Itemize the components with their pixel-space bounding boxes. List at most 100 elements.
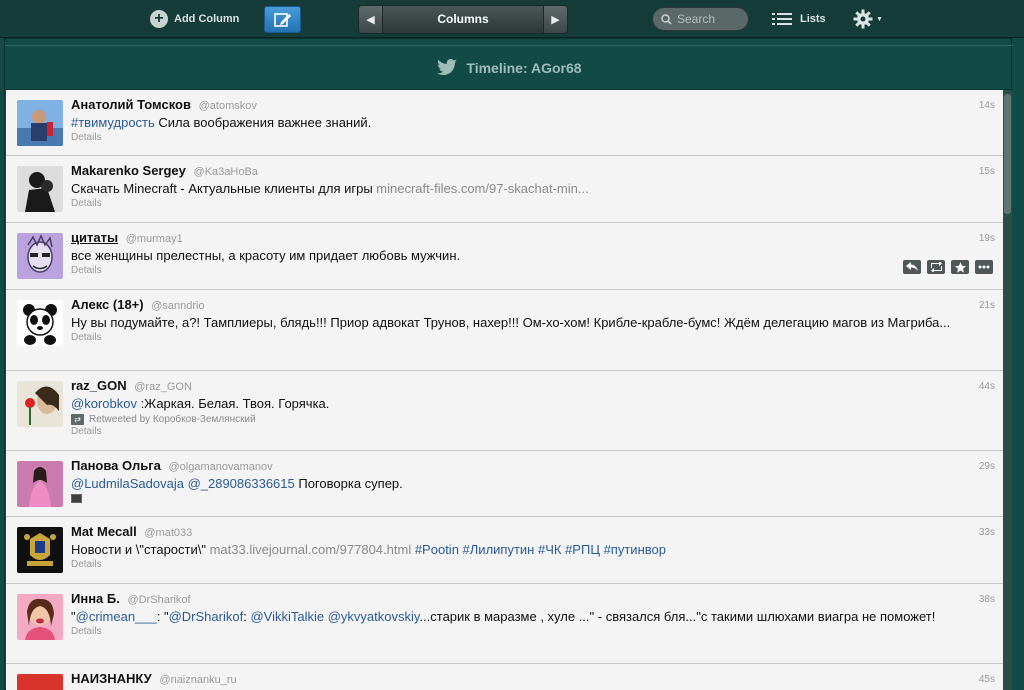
avatar[interactable] bbox=[17, 233, 63, 279]
reply-icon[interactable] bbox=[903, 260, 921, 274]
avatar[interactable] bbox=[17, 300, 63, 346]
mention-link[interactable]: @DrSharikof bbox=[169, 609, 244, 624]
dropdown-caret-icon: ▼ bbox=[876, 15, 883, 23]
tweet-author-handle[interactable]: @Ka3aHoBa bbox=[194, 166, 258, 178]
tweet-author-name[interactable]: НАИЗНАНКУ bbox=[71, 671, 152, 686]
tweet-text: Ну вы подумайте, а?! Тамплиеры, блядь!!!… bbox=[71, 314, 995, 331]
tweet-author-handle[interactable]: @raz_GON bbox=[134, 381, 192, 393]
tweet-author-name[interactable]: Алекс (18+) bbox=[71, 297, 144, 312]
avatar[interactable] bbox=[17, 381, 63, 427]
mention-link[interactable]: @korobkov bbox=[71, 396, 137, 411]
tweet-author-handle[interactable]: @murmay1 bbox=[126, 233, 183, 245]
details-link[interactable]: Details bbox=[71, 198, 995, 209]
hashtag-link[interactable]: #РПЦ bbox=[565, 542, 600, 557]
hashtag-link[interactable]: #путинвор bbox=[604, 542, 666, 557]
add-column-button[interactable]: + Add Column bbox=[150, 9, 239, 29]
tweet-item[interactable]: Makarenko Sergey @Ka3aHoBa 15s Скачать M… bbox=[6, 156, 1003, 223]
lists-button[interactable]: Lists bbox=[772, 9, 826, 29]
column-title: Timeline: AGor68 bbox=[466, 59, 582, 76]
tweet-time[interactable]: 38s bbox=[979, 594, 995, 605]
tweet-author-handle[interactable]: @mat033 bbox=[144, 527, 192, 539]
tweet-time[interactable]: 19s bbox=[979, 233, 995, 244]
tweet-text: "@crimean___: "@DrSharikof: @VikkiTalkie… bbox=[71, 608, 995, 625]
details-link[interactable]: Details bbox=[71, 265, 995, 276]
avatar[interactable] bbox=[17, 100, 63, 146]
tweet-item[interactable]: raz_GON @raz_GON 44s @korobkov :Жаркая. … bbox=[6, 371, 1003, 451]
mention-link[interactable]: @ykvyatkovskiy bbox=[328, 609, 420, 624]
avatar[interactable] bbox=[17, 674, 63, 690]
compose-icon bbox=[273, 12, 291, 27]
avatar[interactable] bbox=[17, 527, 63, 573]
details-link[interactable]: Details bbox=[71, 332, 995, 343]
avatar[interactable] bbox=[17, 461, 63, 507]
settings-button[interactable]: ▼ bbox=[853, 8, 883, 30]
tweet-time[interactable]: 15s bbox=[979, 166, 995, 177]
chevron-right-icon[interactable]: ▶ bbox=[543, 6, 567, 33]
tweet-author-handle[interactable]: @atomskov bbox=[199, 100, 257, 112]
retweeted-by-label[interactable]: Retweeted by Коробков-Землянский bbox=[89, 414, 256, 425]
tweet-author-name[interactable]: raz_GON bbox=[71, 378, 127, 393]
details-link[interactable]: Details bbox=[71, 559, 995, 570]
tweet-text-segment: Скачать Minecraft - Актуальные клиенты д… bbox=[71, 181, 377, 196]
tweet-author-name[interactable]: Инна Б. bbox=[71, 591, 120, 606]
url-link[interactable]: mat33.livejournal.com/977804.html bbox=[210, 542, 412, 557]
tweet-author-name[interactable]: Makarenko Sergey bbox=[71, 163, 186, 178]
mention-link[interactable]: @crimean___ bbox=[76, 609, 157, 624]
details-link[interactable]: Details bbox=[71, 132, 995, 143]
search-input[interactable] bbox=[677, 12, 745, 26]
tweet-time[interactable]: 29s bbox=[979, 461, 995, 472]
tweet-author-handle[interactable]: @olgamanovamanov bbox=[169, 461, 273, 473]
tweet-text: @LudmilaSadovaja @_289086336615 Поговорк… bbox=[71, 475, 995, 492]
details-link[interactable]: Details bbox=[71, 426, 995, 437]
tweet-actions bbox=[903, 260, 993, 274]
tweet-item[interactable]: Алекс (18+) @sanndrio 21s Ну вы подумайт… bbox=[6, 290, 1003, 371]
tweet-item[interactable]: цитаты @murmay1 19s все женщины прелестн… bbox=[6, 223, 1003, 290]
tweet-author-handle[interactable]: @DrSharikof bbox=[127, 594, 190, 606]
tweet-time[interactable]: 21s bbox=[979, 300, 995, 311]
compose-button[interactable] bbox=[264, 6, 301, 33]
hashtag-link[interactable]: #твимудрость bbox=[71, 115, 155, 130]
tweet-author-name[interactable]: Анатолий Томсков bbox=[71, 97, 191, 112]
mention-link[interactable]: @LudmilaSadovaja bbox=[71, 476, 184, 491]
tweet-text: Новости и \"старости\" mat33.livejournal… bbox=[71, 541, 995, 558]
columns-title[interactable]: Columns bbox=[383, 6, 543, 33]
lists-label: Lists bbox=[800, 13, 826, 25]
tweet-item[interactable]: Mat Mecall @mat033 33s Новости и \"старо… bbox=[6, 517, 1003, 584]
chevron-left-icon[interactable]: ◀ bbox=[359, 6, 383, 33]
favorite-icon[interactable] bbox=[951, 260, 969, 274]
tweet-item[interactable]: НАИЗНАНКУ @naiznanku_ru 45s bbox=[6, 664, 1003, 690]
tweet-list: Анатолий Томсков @atomskov 14s #твимудро… bbox=[6, 90, 1003, 690]
avatar[interactable] bbox=[17, 594, 63, 640]
tweet-text: @korobkov :Жаркая. Белая. Твоя. Горячка. bbox=[71, 395, 995, 412]
tweet-item[interactable]: Панова Ольга @olgamanovamanov 29s @Ludmi… bbox=[6, 451, 1003, 517]
search-box[interactable] bbox=[652, 7, 749, 31]
mention-link[interactable]: @VikkiTalkie bbox=[250, 609, 324, 624]
tweet-time[interactable]: 45s bbox=[979, 674, 995, 685]
tweet-author-name[interactable]: цитаты bbox=[71, 230, 118, 245]
timeline-column: Timeline: AGor68 Анатолий Томсков @atoms… bbox=[4, 38, 1013, 690]
tweet-time[interactable]: 14s bbox=[979, 100, 995, 111]
tweet-author-name[interactable]: Панова Ольга bbox=[71, 458, 161, 473]
plus-icon: + bbox=[150, 10, 168, 28]
tweet-item[interactable]: Инна Б. @DrSharikof 38s "@crimean___: "@… bbox=[6, 584, 1003, 664]
mention-link[interactable]: @_289086336615 bbox=[188, 476, 295, 491]
more-icon[interactable] bbox=[975, 260, 993, 274]
tweet-time[interactable]: 44s bbox=[979, 381, 995, 392]
tweet-text-segment: Сила воображения важнее знаний. bbox=[154, 115, 372, 130]
tweet-author-name[interactable]: Mat Mecall bbox=[71, 524, 137, 539]
avatar[interactable] bbox=[17, 166, 63, 212]
retweet-icon[interactable] bbox=[927, 260, 945, 274]
hashtag-link[interactable]: #Лилипутин bbox=[463, 542, 535, 557]
details-link[interactable]: Details bbox=[71, 626, 995, 637]
tweet-author-handle[interactable]: @sanndrio bbox=[151, 300, 204, 312]
timeline-scrollbar[interactable] bbox=[1003, 90, 1012, 690]
hashtag-link[interactable]: #ЧК bbox=[538, 542, 561, 557]
media-thumbnail-icon[interactable] bbox=[71, 494, 82, 503]
scrollbar-thumb[interactable] bbox=[1004, 94, 1011, 214]
url-link[interactable]: minecraft-files.com/97-skachat-min... bbox=[376, 181, 588, 196]
retweeted-by: ⇄ Retweeted by Коробков-Землянский bbox=[71, 414, 995, 425]
tweet-item[interactable]: Анатолий Томсков @atomskov 14s #твимудро… bbox=[6, 90, 1003, 156]
tweet-author-handle[interactable]: @naiznanku_ru bbox=[159, 674, 236, 686]
tweet-time[interactable]: 33s bbox=[979, 527, 995, 538]
hashtag-link[interactable]: #Pootin bbox=[415, 542, 459, 557]
